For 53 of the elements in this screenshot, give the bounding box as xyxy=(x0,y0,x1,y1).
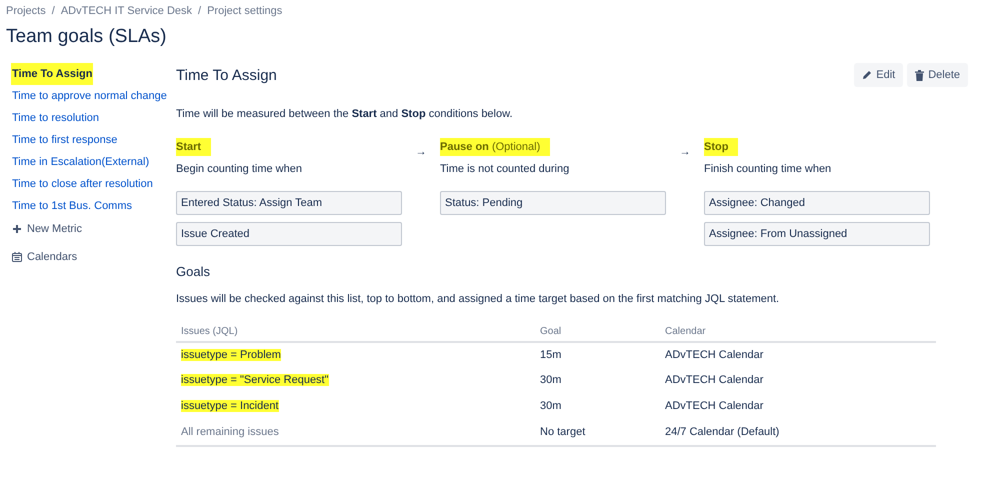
sidebar-item[interactable]: Time To Assign xyxy=(11,63,94,85)
table-cell: 30m xyxy=(540,374,562,386)
pencil-icon xyxy=(862,70,872,80)
page-title: Team goals (SLAs) xyxy=(6,24,168,48)
breadcrumb-link[interactable]: ADvTECH IT Service Desk xyxy=(60,3,192,20)
sidebar-item[interactable]: Time to 1st Bus. Comms xyxy=(12,195,132,217)
column-header: Calendar xyxy=(660,322,936,342)
edit-button[interactable]: Edit xyxy=(854,63,904,87)
arrow: → xyxy=(680,145,690,160)
table-cell: ADvTECH Calendar xyxy=(665,374,764,386)
table-cell: issuetype = Incident xyxy=(181,400,279,412)
delete-button[interactable]: Delete xyxy=(907,63,968,87)
table-cell: ADvTECH Calendar xyxy=(665,348,764,361)
breadcrumb-link[interactable]: Project settings xyxy=(207,3,282,20)
column-header: Issues (JQL) xyxy=(176,322,535,342)
condition-field: Status: Pending xyxy=(440,190,666,214)
section-heading: Goals xyxy=(176,262,211,280)
calendars-link[interactable]: Calendars xyxy=(12,246,78,268)
condition-heading: Stop xyxy=(704,138,738,156)
table-cell: 24/7 Calendar (Default) xyxy=(665,426,780,438)
metric-title: Time To Assign xyxy=(176,66,277,86)
breadcrumb-separator: / xyxy=(52,4,55,19)
condition-subtitle: Begin counting time when xyxy=(176,162,303,177)
table-cell: No target xyxy=(540,426,586,438)
arrow: → xyxy=(416,145,426,160)
breadcrumb-link[interactable]: Projects xyxy=(6,3,46,20)
condition-field: Assignee: From Unassigned xyxy=(704,222,930,246)
table-cell: 15m xyxy=(540,348,562,361)
breadcrumb-separator: / xyxy=(198,4,202,19)
description: Time will be measured between the Start and Stop conditions below. xyxy=(176,106,514,122)
condition-field: Assignee: Changed xyxy=(704,190,930,214)
plus-icon xyxy=(12,224,22,234)
condition-heading: Start xyxy=(176,138,212,156)
condition-subtitle: Time is not counted during xyxy=(440,162,570,177)
table-cell: issuetype = Problem xyxy=(181,348,281,361)
table-cell: issuetype = "Service Request" xyxy=(181,374,329,386)
table-cell: All remaining issues xyxy=(181,426,279,438)
condition-field: Entered Status: Assign Team xyxy=(176,190,402,214)
table-cell: 30m xyxy=(540,400,562,412)
new-metric-link[interactable]: New Metric xyxy=(12,218,82,240)
column-header: Goal xyxy=(535,322,660,342)
calendar-icon xyxy=(12,252,22,262)
sidebar-item[interactable]: Time to resolution xyxy=(12,107,100,129)
sidebar-item[interactable]: Time to approve normal change xyxy=(12,85,167,107)
sidebar-item[interactable]: Time in Escalation(External) xyxy=(12,151,150,173)
description: Issues will be checked against this list, top to bottom, and assigned a time target based on the first matching JQL statement. xyxy=(176,292,780,307)
condition-heading: Pause on (Optional) xyxy=(440,138,550,156)
table-cell: ADvTECH Calendar xyxy=(665,400,764,412)
sidebar-item[interactable]: Time to first response xyxy=(12,129,118,151)
sidebar-item[interactable]: Time to close after resolution xyxy=(12,173,153,195)
condition-subtitle: Finish counting time when xyxy=(704,162,832,177)
condition-field: Issue Created xyxy=(176,222,402,246)
trash-icon xyxy=(915,70,924,80)
